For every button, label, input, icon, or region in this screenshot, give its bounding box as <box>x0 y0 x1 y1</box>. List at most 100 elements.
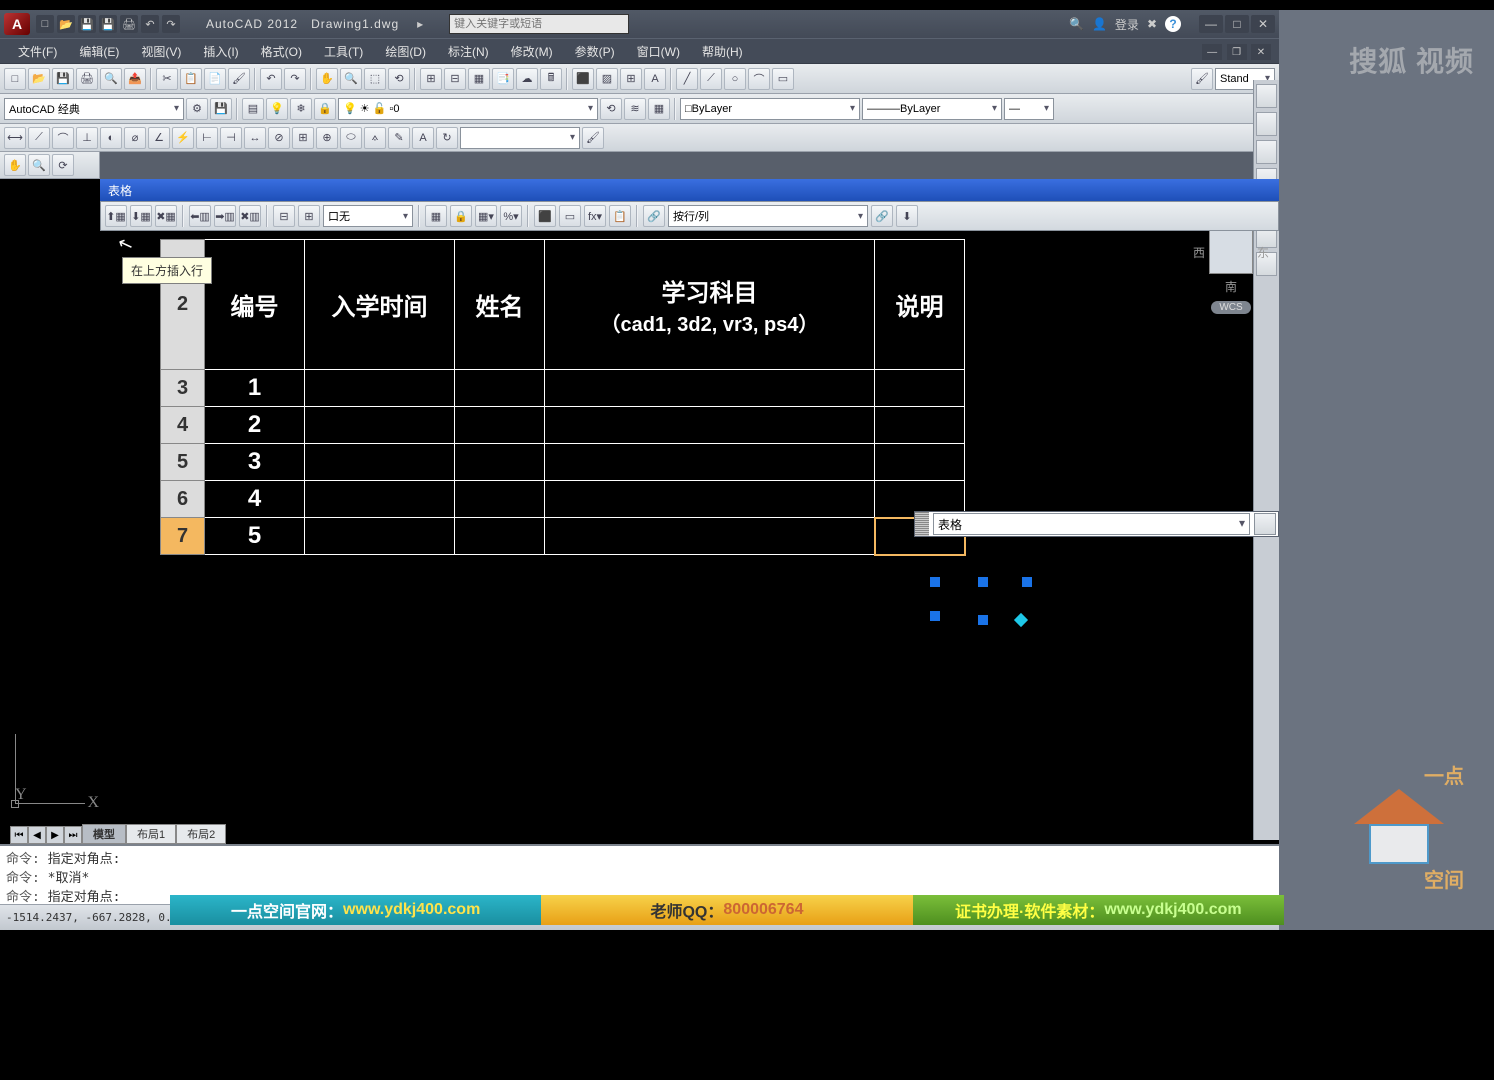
linetype-selector[interactable]: ——— ByLayer <box>862 98 1002 120</box>
cell-block-icon[interactable]: ⬛ <box>534 205 556 227</box>
preview-icon[interactable]: 🔍 <box>100 68 122 90</box>
menu-format[interactable]: 格式(O) <box>251 40 312 63</box>
help-search-input[interactable] <box>449 14 629 34</box>
dim-style-selector[interactable] <box>460 127 580 149</box>
tolerance-icon[interactable]: ⊞ <box>292 127 314 149</box>
menu-dimension[interactable]: 标注(N) <box>438 40 499 63</box>
color-selector[interactable]: □ ByLayer <box>680 98 860 120</box>
cell-link-icon[interactable]: 🔗 <box>643 205 665 227</box>
hatch-icon[interactable]: ▨ <box>596 68 618 90</box>
table-cell[interactable] <box>545 407 875 444</box>
zoom-previous-icon[interactable]: ⟲ <box>388 68 410 90</box>
quickcalc-icon[interactable]: 🖩 <box>540 68 562 90</box>
palette-btn[interactable] <box>1256 112 1277 136</box>
cad-table[interactable]: 2 编号 入学时间 姓名 学习科目 （cad1, 3d2, vr3, ps4） … <box>160 239 966 556</box>
doc-restore-button[interactable]: ❐ <box>1227 44 1247 60</box>
table-cell[interactable] <box>305 518 455 555</box>
table-cell[interactable] <box>545 370 875 407</box>
signin-icon[interactable]: 👤 <box>1092 17 1107 31</box>
menu-help[interactable]: 帮助(H) <box>692 40 753 63</box>
dim-ordinate-icon[interactable]: ⊥ <box>76 127 98 149</box>
merge-cells-icon[interactable]: ⊟ <box>273 205 295 227</box>
table-cell[interactable] <box>545 518 875 555</box>
table-cell[interactable] <box>305 444 455 481</box>
minimize-button[interactable]: — <box>1199 15 1223 33</box>
selection-grip[interactable] <box>1022 577 1032 587</box>
center-mark-icon[interactable]: ⊕ <box>316 127 338 149</box>
save-icon[interactable]: 💾 <box>52 68 74 90</box>
insert-row-below-icon[interactable]: ⬇▦ <box>130 205 152 227</box>
design-center-icon[interactable]: ⊟ <box>444 68 466 90</box>
palette-btn[interactable] <box>1256 140 1277 164</box>
rectangle-icon[interactable]: ▭ <box>772 68 794 90</box>
pline-icon[interactable]: ⟋ <box>700 68 722 90</box>
dim-edit-icon[interactable]: ✎ <box>388 127 410 149</box>
selection-grip-diamond[interactable] <box>1014 613 1028 627</box>
copy-icon[interactable]: 📋 <box>180 68 202 90</box>
tab-layout1[interactable]: 布局1 <box>126 824 176 844</box>
viewcube-east[interactable]: 东 <box>1257 244 1269 261</box>
block-icon[interactable]: ⬛ <box>572 68 594 90</box>
workspace-selector[interactable]: AutoCAD 经典 <box>4 98 184 120</box>
search-icon[interactable]: 🔍 <box>1069 17 1084 31</box>
table-cell[interactable]: 3 <box>205 444 305 481</box>
dim-radius-icon[interactable]: ◐ <box>100 127 122 149</box>
tool-palettes-icon[interactable]: ▦ <box>468 68 490 90</box>
undo-icon[interactable]: ↶ <box>260 68 282 90</box>
publish-icon[interactable]: 📤 <box>124 68 146 90</box>
redo-icon[interactable]: ↷ <box>284 68 306 90</box>
orbit-icon[interactable]: ⟳ <box>52 154 74 176</box>
viewcube-wcs[interactable]: WCS <box>1211 301 1250 314</box>
selection-grip[interactable] <box>930 611 940 621</box>
table-icon[interactable]: ⊞ <box>620 68 642 90</box>
dim-style-icon[interactable]: 🖌 <box>582 127 604 149</box>
row-header[interactable]: 3 <box>161 370 205 407</box>
selection-grip[interactable] <box>930 577 940 587</box>
open-icon[interactable]: 📂 <box>28 68 50 90</box>
table-cell[interactable]: 1 <box>205 370 305 407</box>
drawing-area[interactable]: 表格 ⬆▦ ⬇▦ ✖▦ ⬅▥ ➡▥ ✖▥ ⊟ ⊞ 口无 ▦ 🔒 ▦▾ %▾ ⬛ <box>0 179 1279 844</box>
matchprop-icon[interactable]: 🖌 <box>228 68 250 90</box>
layer-manager-icon[interactable]: ▤ <box>242 98 264 120</box>
table-cell[interactable] <box>455 444 545 481</box>
cell-field-icon[interactable]: ▭ <box>559 205 581 227</box>
tab-last-icon[interactable]: ⏭ <box>64 826 82 844</box>
qat-new-icon[interactable]: □ <box>36 15 54 33</box>
col-header-date[interactable]: 入学时间 <box>305 240 455 370</box>
viewcube-west[interactable]: 西 <box>1193 244 1205 261</box>
delete-col-icon[interactable]: ✖▥ <box>239 205 261 227</box>
circle-icon[interactable]: ○ <box>724 68 746 90</box>
table-cell[interactable] <box>875 370 965 407</box>
selection-grip[interactable] <box>978 577 988 587</box>
palette-btn[interactable] <box>1256 84 1277 108</box>
layer-state-icon[interactable]: ≋ <box>624 98 646 120</box>
viewcube-south[interactable]: 南 <box>1193 278 1269 295</box>
menu-file[interactable]: 文件(F) <box>8 40 67 63</box>
qat-saveas-icon[interactable]: 💾 <box>99 15 117 33</box>
dim-baseline-icon[interactable]: ⊢ <box>196 127 218 149</box>
cell-manage-icon[interactable]: 📋 <box>609 205 631 227</box>
tab-next-icon[interactable]: ▶ <box>46 826 64 844</box>
dim-aligned-icon[interactable]: ⟋ <box>28 127 50 149</box>
table-cell[interactable] <box>305 407 455 444</box>
selection-grip[interactable] <box>978 615 988 625</box>
table-cell[interactable] <box>545 444 875 481</box>
zoom-icon[interactable]: 🔍 <box>340 68 362 90</box>
table-locate-selector[interactable]: 按行/列 <box>668 205 868 227</box>
pan-realtime-icon[interactable]: ✋ <box>4 154 26 176</box>
col-header-id[interactable]: 编号 <box>205 240 305 370</box>
menu-edit[interactable]: 编辑(E) <box>69 40 129 63</box>
table-cell[interactable] <box>875 407 965 444</box>
table-cell[interactable] <box>455 370 545 407</box>
dim-continue-icon[interactable]: ⊣ <box>220 127 242 149</box>
dim-linear-icon[interactable]: ⟷ <box>4 127 26 149</box>
tab-first-icon[interactable]: ⏮ <box>10 826 28 844</box>
cut-icon[interactable]: ✂ <box>156 68 178 90</box>
qat-save-icon[interactable]: 💾 <box>78 15 96 33</box>
mtext-icon[interactable]: A <box>644 68 666 90</box>
qat-plot-icon[interactable]: 🖨 <box>120 15 138 33</box>
menu-insert[interactable]: 插入(I) <box>193 40 248 63</box>
tab-prev-icon[interactable]: ◀ <box>28 826 46 844</box>
qat-undo-icon[interactable]: ↶ <box>141 15 159 33</box>
plot-icon[interactable]: 🖨 <box>76 68 98 90</box>
